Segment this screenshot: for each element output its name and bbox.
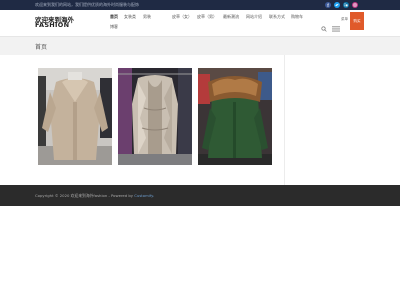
search-icon[interactable]	[321, 17, 327, 32]
site-footer: Copyright © 2020 欢迎来到海外fashion - Powered…	[0, 185, 400, 206]
site-header: 欢迎来到海外 FASHION 首页 女装类 男装 皮草（女） 皮草（男） 最新潮…	[0, 10, 400, 36]
nav-item-about[interactable]: 网站介绍	[246, 14, 262, 20]
nav-item-fur-women[interactable]: 皮草（女）	[172, 14, 192, 20]
copyright-link[interactable]: Customify.	[134, 193, 154, 198]
hamburger-menu-icon[interactable]	[332, 17, 341, 32]
product-image-beige-coat[interactable]	[38, 68, 112, 165]
nav-item-home[interactable]: 首页	[110, 14, 118, 20]
nav-item-cart[interactable]: 购物车	[291, 14, 303, 20]
nav-item-trends[interactable]: 最新潮流	[223, 14, 239, 20]
instagram-icon[interactable]	[352, 2, 358, 8]
sidebar-divider	[284, 55, 285, 185]
copyright-text: Copyright © 2020 欢迎来到海外fashion - Powered…	[35, 193, 154, 199]
nav-item-contact[interactable]: 联系方式	[269, 14, 285, 20]
nav-item-blog[interactable]: 博客	[110, 24, 118, 30]
nav-item-fur-men[interactable]: 皮草（男）	[197, 14, 217, 20]
nav-item-womens[interactable]: 女装类	[124, 14, 136, 20]
facebook-icon[interactable]: f	[325, 2, 331, 8]
product-image-fur-vest[interactable]	[118, 68, 192, 165]
buy-button[interactable]: 购买	[350, 12, 364, 30]
copyright-prefix: Copyright © 2020 欢迎来到海外fashion - Powered…	[35, 193, 134, 198]
top-bar: 欢迎来到我们的网站，我们提供优质的海外时尚服装与配饰 f	[0, 0, 400, 10]
site-logo-subtitle[interactable]: FASHION	[35, 21, 69, 29]
page-title-band: 首页	[0, 36, 400, 56]
page-title: 首页	[35, 44, 48, 51]
svg-text:f: f	[327, 3, 329, 8]
nav-item-mens[interactable]: 男装	[143, 14, 151, 20]
twitter-icon[interactable]	[334, 2, 340, 8]
menu-label[interactable]: 菜单	[341, 17, 348, 22]
topbar-notice: 欢迎来到我们的网站，我们提供优质的海外时尚服装与配饰	[35, 2, 139, 7]
linkedin-icon[interactable]	[343, 2, 349, 8]
product-image-green-parka[interactable]	[198, 68, 272, 165]
